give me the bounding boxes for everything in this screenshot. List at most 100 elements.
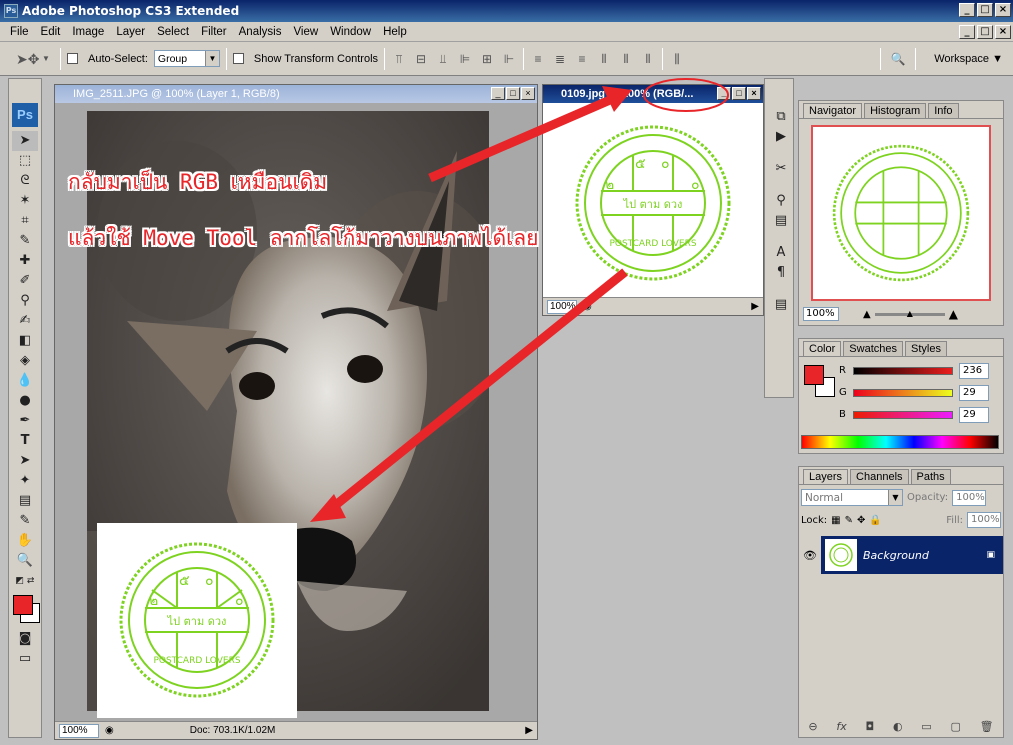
new-layer-icon[interactable]: ▢ — [950, 720, 960, 733]
opacity-field[interactable]: 100% — [952, 489, 987, 506]
color-fg-swatch[interactable] — [804, 365, 824, 385]
distribute-hcenter-icon[interactable]: ⦀ — [618, 51, 634, 67]
status-menu-icon[interactable]: ◉ — [583, 301, 592, 312]
foreground-color-swatch[interactable] — [13, 595, 33, 615]
eyedropper-tool-icon[interactable]: ✎ — [12, 511, 38, 531]
doc-minimize-button[interactable]: _ — [959, 25, 975, 39]
layer-style-icon[interactable]: fx — [836, 720, 846, 733]
align-right-icon[interactable]: ⊩ — [501, 51, 517, 67]
lock-transparent-icon[interactable]: ▦ — [831, 515, 840, 526]
align-bottom-icon[interactable]: ⫫ — [435, 51, 451, 67]
status-menu-icon[interactable]: ◉ — [105, 725, 114, 736]
layer-comps-icon[interactable]: ▤ — [768, 295, 794, 315]
blue-value[interactable]: 29 — [959, 407, 989, 423]
auto-select-dropdown[interactable]: Group ▼ — [153, 50, 220, 67]
zoom-field[interactable]: 100% — [59, 723, 99, 738]
distribute-left-icon[interactable]: ⦀ — [596, 51, 612, 67]
canvas-area[interactable]: ๕ ๐ ๒ ๐ ไป ตาม ดวง POSTCARD LOVERS — [543, 103, 763, 297]
pen-tool-icon[interactable]: ✒ — [12, 411, 38, 431]
doc-maximize-button[interactable]: □ — [506, 87, 520, 100]
align-vcenter-icon[interactable]: ⊟ — [413, 51, 429, 67]
notes-tool-icon[interactable]: ▤ — [12, 491, 38, 511]
paragraph-panel-icon[interactable]: ¶ — [768, 263, 794, 283]
maximize-button[interactable]: □ — [977, 3, 993, 17]
lock-pixels-icon[interactable]: ✎ — [845, 515, 853, 526]
tool-presets-icon[interactable]: ✂ — [768, 159, 794, 179]
doc-close-button[interactable]: × — [995, 25, 1011, 39]
auto-align-icon[interactable]: ⫼ — [669, 51, 685, 67]
menu-edit[interactable]: Edit — [35, 26, 67, 38]
clone-stamp-tool-icon[interactable]: ⚲ — [12, 291, 38, 311]
history-brush-tool-icon[interactable]: ✍ — [12, 311, 38, 331]
quick-mask-icon[interactable]: ◙ — [12, 629, 38, 649]
lock-position-icon[interactable]: ✥ — [857, 515, 865, 526]
menu-view[interactable]: View — [287, 26, 324, 38]
scroll-right-icon[interactable]: ▶ — [751, 301, 759, 312]
tab-paths[interactable]: Paths — [910, 469, 951, 484]
menu-file[interactable]: File — [4, 26, 35, 38]
delete-layer-icon[interactable]: 🗑 — [980, 720, 994, 733]
history-panel-icon[interactable]: ⧉ — [768, 107, 794, 127]
menu-help[interactable]: Help — [377, 26, 413, 38]
doc-minimize-button[interactable]: _ — [717, 87, 731, 100]
layer-row-background[interactable]: 👁 Background ▣ — [799, 536, 1003, 574]
blend-mode-dropdown[interactable]: Normal ▼ — [801, 489, 903, 506]
tab-swatches[interactable]: Swatches — [843, 341, 903, 356]
green-value[interactable]: 29 — [959, 385, 989, 401]
blur-tool-icon[interactable]: 💧 — [12, 371, 38, 391]
align-left-icon[interactable]: ⊫ — [457, 51, 473, 67]
eraser-tool-icon[interactable]: ◧ — [12, 331, 38, 351]
green-slider[interactable] — [853, 389, 953, 397]
tab-navigator[interactable]: Navigator — [803, 103, 863, 118]
align-hcenter-icon[interactable]: ⊞ — [479, 51, 495, 67]
menu-analysis[interactable]: Analysis — [233, 26, 288, 38]
workspace-button[interactable]: Workspace ▼ — [922, 53, 1013, 65]
move-tool-preset-icon[interactable]: ➤✥ — [16, 51, 39, 67]
show-transform-checkbox[interactable] — [232, 53, 244, 64]
red-slider[interactable] — [853, 367, 953, 375]
doc-restore-button[interactable]: □ — [977, 25, 993, 39]
distribute-right-icon[interactable]: ⦀ — [640, 51, 656, 67]
menu-layer[interactable]: Layer — [110, 26, 151, 38]
tab-layers[interactable]: Layers — [803, 469, 849, 484]
brush-tool-icon[interactable]: ✐ — [12, 271, 38, 291]
menu-window[interactable]: Window — [324, 26, 377, 38]
dodge-tool-icon[interactable]: ● — [12, 391, 38, 411]
character-panel-icon[interactable]: A — [768, 243, 794, 263]
document-title-bar-active[interactable]: 0109.jpg @ 100% (RGB/... _ □ × — [543, 85, 763, 103]
menu-select[interactable]: Select — [151, 26, 195, 38]
brushes-panel-icon[interactable]: ⚲ — [768, 191, 794, 211]
zoom-out-icon[interactable]: ▲ — [863, 309, 871, 320]
pasted-stamp-image[interactable]: ๕ ๐ ๒ ๐ ไป ตาม ดวง POSTCARD LOVERS — [97, 523, 297, 718]
auto-select-checkbox[interactable] — [67, 53, 78, 64]
zoom-tool-icon[interactable]: 🔍 — [12, 551, 38, 571]
bridge-icon[interactable]: 🔍 — [887, 51, 909, 67]
blue-slider[interactable] — [853, 411, 953, 419]
type-tool-icon[interactable]: T — [12, 431, 38, 451]
zoom-field[interactable]: 100% — [547, 299, 577, 314]
shape-tool-icon[interactable]: ✦ — [12, 471, 38, 491]
marquee-tool-icon[interactable]: ⬚ — [12, 151, 38, 171]
navigator-zoom-field[interactable]: 100% — [803, 307, 839, 321]
screen-mode-icon[interactable]: ▭ — [12, 649, 38, 669]
document-title-bar[interactable]: IMG_2511.JPG @ 100% (Layer 1, RGB/8) _ □ × — [55, 85, 537, 103]
adjustment-layer-icon[interactable]: ◐ — [893, 720, 903, 733]
close-button[interactable]: × — [995, 3, 1011, 17]
actions-panel-icon[interactable]: ▶ — [768, 127, 794, 147]
zoom-in-icon[interactable]: ▲ — [949, 307, 958, 321]
fill-field[interactable]: 100% — [967, 512, 1001, 528]
doc-close-button[interactable]: × — [747, 87, 761, 100]
doc-close-button[interactable]: × — [521, 87, 535, 100]
magic-wand-tool-icon[interactable]: ✶ — [12, 191, 38, 211]
menu-image[interactable]: Image — [66, 26, 110, 38]
layer-mask-icon[interactable]: ◘ — [865, 720, 874, 733]
paint-bucket-tool-icon[interactable]: ◈ — [12, 351, 38, 371]
clone-source-icon[interactable]: ▤ — [768, 211, 794, 231]
menu-filter[interactable]: Filter — [195, 26, 233, 38]
distribute-top-icon[interactable]: ≡ — [530, 51, 546, 67]
chevron-down-icon[interactable]: ▼ — [38, 51, 54, 67]
crop-tool-icon[interactable]: ⌗ — [12, 211, 38, 231]
tab-color[interactable]: Color — [803, 341, 842, 356]
minimize-button[interactable]: _ — [959, 3, 975, 17]
tab-histogram[interactable]: Histogram — [864, 103, 927, 118]
